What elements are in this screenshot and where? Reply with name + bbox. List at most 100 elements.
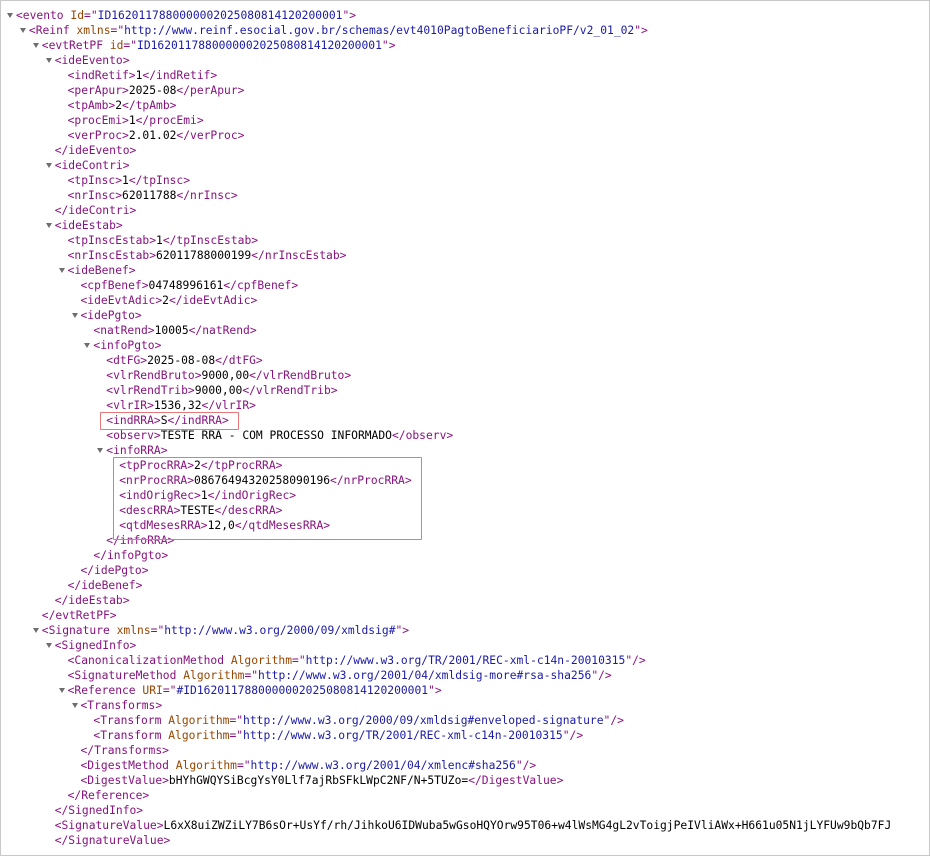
xml-markup: <Reference bbox=[67, 684, 143, 697]
xml-text-value: 2 bbox=[194, 459, 201, 472]
xml-markup: <tpInscEstab> bbox=[67, 234, 157, 247]
xml-attribute-name: Algorithm bbox=[183, 669, 245, 682]
xml-line-observ: <observ>TESTE RRA - COM PROCESSO INFORMA… bbox=[1, 428, 929, 443]
expand-collapse-icon[interactable] bbox=[71, 698, 81, 713]
xml-line-ideContri[interactable]: <ideContri> bbox=[1, 158, 929, 173]
xml-markup: =" bbox=[150, 624, 165, 637]
xml-markup: </Transforms> bbox=[80, 744, 169, 757]
xml-close-infoRRA: </infoRRA> bbox=[1, 533, 929, 548]
xml-markup: <ideBenef> bbox=[67, 264, 136, 277]
xml-line-infoRRA[interactable]: <infoRRA> bbox=[1, 443, 929, 458]
xml-markup: </vlrRendBruto> bbox=[249, 369, 352, 382]
xml-markup: </idePgto> bbox=[80, 564, 149, 577]
xml-markup: </tpProcRRA> bbox=[200, 459, 283, 472]
xml-line-evento[interactable]: <evento Id="ID16201178800000020250808141… bbox=[1, 8, 929, 23]
xml-line-descRRA: <descRRA>TESTE</descRRA> bbox=[1, 503, 929, 518]
xml-line-ideBenef[interactable]: <ideBenef> bbox=[1, 263, 929, 278]
xml-markup: =" bbox=[236, 759, 251, 772]
xml-line-procEmi: <procEmi>1</procEmi> bbox=[1, 113, 929, 128]
expand-collapse-icon[interactable] bbox=[45, 53, 55, 68]
xml-markup: <procEmi> bbox=[67, 114, 129, 127]
xml-markup: </DigestValue> bbox=[468, 774, 564, 787]
expand-collapse-icon[interactable] bbox=[58, 263, 68, 278]
xml-close-SignedInfo: </SignedInfo> bbox=[1, 803, 929, 818]
xml-line-ideEvento[interactable]: <ideEvento> bbox=[1, 53, 929, 68]
xml-line-indRRA: <indRRA>S</indRRA> bbox=[1, 413, 929, 428]
xml-line-Transforms[interactable]: <Transforms> bbox=[1, 698, 929, 713]
xml-markup: "> bbox=[395, 624, 410, 637]
xml-markup: <nrInscEstab> bbox=[67, 249, 157, 262]
xml-attribute-name: xmlns bbox=[116, 624, 151, 637]
xml-markup: <ideContri> bbox=[54, 159, 130, 172]
xml-markup: =" bbox=[244, 669, 259, 682]
xml-text-value: 2 bbox=[115, 99, 123, 112]
xml-text-value: 1 bbox=[200, 489, 208, 502]
expand-collapse-icon[interactable] bbox=[58, 683, 68, 698]
xml-close-SignatureValue: </SignatureValue> bbox=[1, 833, 929, 848]
xml-close-Transforms: </Transforms> bbox=[1, 743, 929, 758]
xml-markup: <vlrIR> bbox=[106, 399, 154, 412]
xml-markup: "> bbox=[381, 39, 396, 52]
xml-markup: "> bbox=[342, 9, 357, 22]
xml-markup: "/> bbox=[515, 759, 537, 772]
xml-text-value: 9000,00 bbox=[194, 384, 243, 397]
xml-markup: </ideBenef> bbox=[67, 579, 143, 592]
xml-line-ideEstab[interactable]: <ideEstab> bbox=[1, 218, 929, 233]
xml-line-idePgto[interactable]: <idePgto> bbox=[1, 308, 929, 323]
xml-text-value: 12,0 bbox=[207, 519, 235, 532]
xml-attribute-name: Algorithm bbox=[168, 714, 230, 727]
expand-collapse-icon[interactable] bbox=[6, 8, 16, 23]
xml-markup: =" bbox=[162, 684, 177, 697]
xml-markup: </tpInsc> bbox=[128, 174, 191, 187]
xml-attribute-value: http://www.w3.org/TR/2001/REC-xml-c14n-2… bbox=[243, 729, 563, 742]
xml-markup: <vlrRendBruto> bbox=[106, 369, 202, 382]
xml-markup: <DigestValue> bbox=[80, 774, 169, 787]
xml-line-tpAmb: <tpAmb>2</tpAmb> bbox=[1, 98, 929, 113]
xml-line-Reinf[interactable]: <Reinf xmlns="http://www.reinf.esocial.g… bbox=[1, 23, 929, 38]
xml-line-SignatureMethod: <SignatureMethod Algorithm="http://www.w… bbox=[1, 668, 929, 683]
xml-markup: </evtRetPF> bbox=[41, 609, 117, 622]
expand-collapse-icon[interactable] bbox=[32, 623, 42, 638]
expand-collapse-icon[interactable] bbox=[83, 338, 93, 353]
expand-collapse-icon[interactable] bbox=[45, 158, 55, 173]
xml-markup: "/> bbox=[603, 714, 624, 727]
xml-text-value: TESTE bbox=[180, 504, 215, 517]
xml-markup: <vlrRendTrib> bbox=[106, 384, 195, 397]
xml-markup: <SignedInfo> bbox=[54, 639, 137, 652]
xml-markup: </perApur> bbox=[176, 84, 245, 97]
xml-markup: <indOrigRec> bbox=[119, 489, 201, 502]
xml-line-perApur: <perApur>2025-08</perApur> bbox=[1, 83, 929, 98]
xml-text-value: 2025-08 bbox=[128, 84, 177, 97]
xml-line-Signature[interactable]: <Signature xmlns="http://www.w3.org/2000… bbox=[1, 623, 929, 638]
xml-attribute-name: URI bbox=[142, 684, 163, 697]
xml-line-infoPgto[interactable]: <infoPgto> bbox=[1, 338, 929, 353]
xml-markup: </indRRA> bbox=[167, 414, 229, 427]
xml-markup: "/> bbox=[562, 729, 584, 742]
xml-line-Reference[interactable]: <Reference URI="#ID162011788000000202508… bbox=[1, 683, 929, 698]
xml-text-value: 04748996161 bbox=[148, 279, 224, 292]
xml-text-value: 62011788 bbox=[122, 189, 177, 202]
xml-attribute-name: id bbox=[109, 39, 124, 52]
xml-markup: <indRetif> bbox=[67, 69, 136, 82]
xml-text-value: 9000,00 bbox=[201, 369, 250, 382]
xml-markup: <tpProcRRA> bbox=[119, 459, 195, 472]
xml-markup: <ideEvento> bbox=[54, 54, 130, 67]
xml-text-value: 2.01.02 bbox=[128, 129, 177, 142]
xml-line-vlrRendTrib: <vlrRendTrib>9000,00</vlrRendTrib> bbox=[1, 383, 929, 398]
expand-collapse-icon[interactable] bbox=[71, 308, 81, 323]
expand-collapse-icon[interactable] bbox=[45, 638, 55, 653]
expand-collapse-icon[interactable] bbox=[96, 443, 106, 458]
xml-attribute-name: Id bbox=[70, 9, 85, 22]
xml-line-verProc: <verProc>2.01.02</verProc> bbox=[1, 128, 929, 143]
xml-line-SignedInfo[interactable]: <SignedInfo> bbox=[1, 638, 929, 653]
xml-text-value: 62011788000199 bbox=[156, 249, 252, 262]
expand-collapse-icon[interactable] bbox=[45, 218, 55, 233]
expand-collapse-icon[interactable] bbox=[32, 38, 42, 53]
xml-line-nrInsc: <nrInsc>62011788</nrInsc> bbox=[1, 188, 929, 203]
xml-markup: <Reinf bbox=[28, 24, 77, 37]
xml-markup: <descRRA> bbox=[119, 504, 181, 517]
xml-close-ideContri: </ideContri> bbox=[1, 203, 929, 218]
xml-markup: </procEmi> bbox=[135, 114, 204, 127]
xml-line-evtRetPF[interactable]: <evtRetPF id="ID162011788000000202508081… bbox=[1, 38, 929, 53]
expand-collapse-icon[interactable] bbox=[19, 23, 29, 38]
